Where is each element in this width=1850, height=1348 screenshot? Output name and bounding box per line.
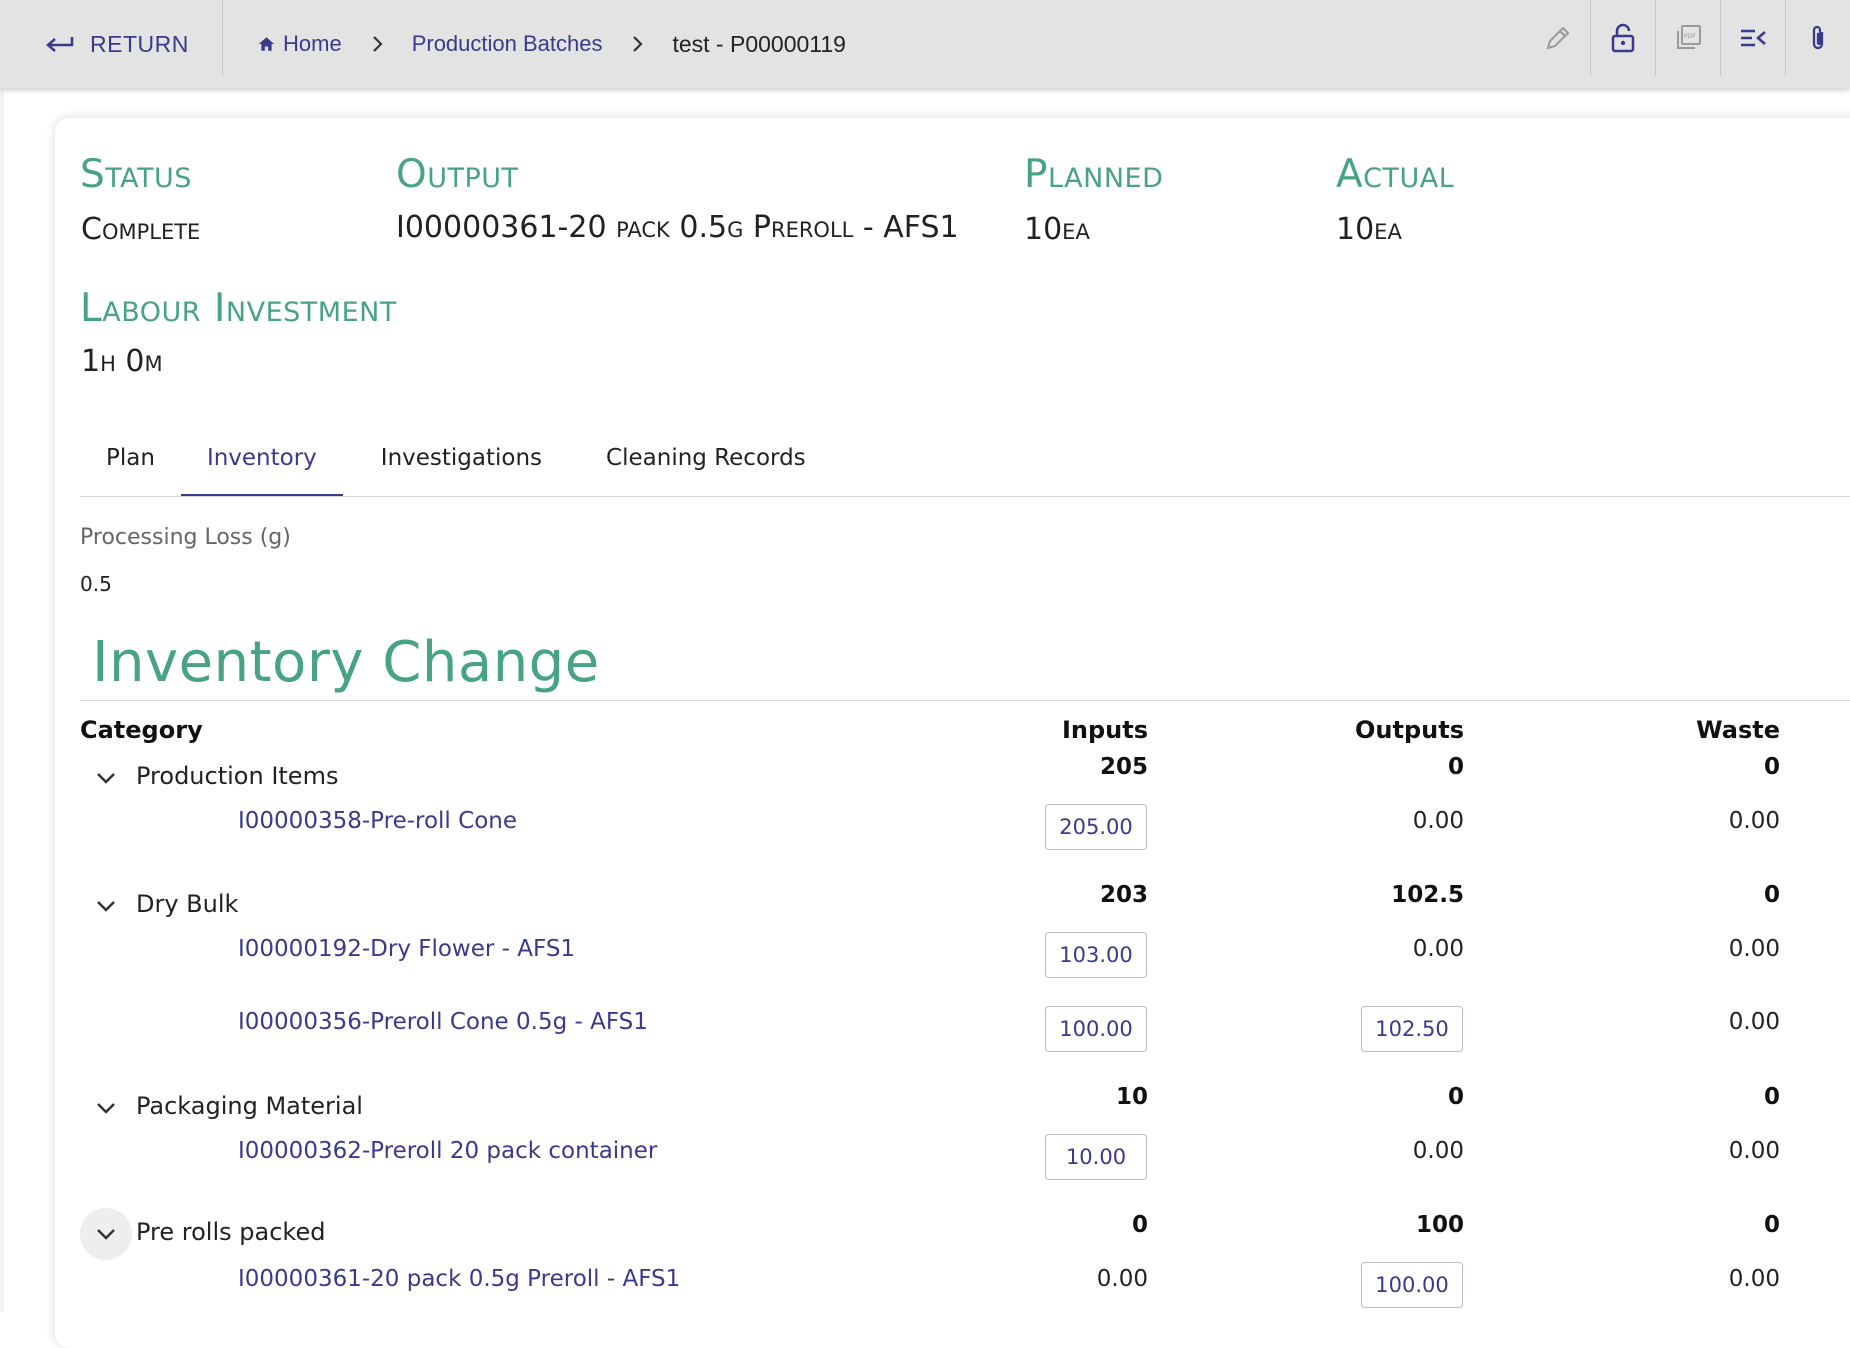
collapse-toggle[interactable] [80,880,132,932]
actual-value: 10ea [1336,212,1402,247]
category-outputs-total: 100 [1415,1212,1464,1238]
category-name: Dry Bulk [136,890,239,918]
inventory-change-title: Inventory Change [92,630,600,695]
actual-label: Actual [1336,152,1455,197]
tab-cleaning-records[interactable]: Cleaning Records [580,432,832,494]
waste-value: 0.00 [1728,1009,1780,1035]
category-inputs-total: 203 [1099,882,1148,908]
column-header-category: Category [80,716,203,744]
outputs-value: 0.00 [1412,936,1464,962]
svg-text:PDF: PDF [1684,33,1696,40]
chevron-down-icon [97,901,115,912]
breadcrumb: Home Production Batches test - P00000119 [258,22,846,66]
home-icon [258,37,275,51]
outputs-value: 0.00 [1412,1138,1464,1164]
collapse-toggle[interactable] [80,1082,132,1134]
return-button[interactable]: RETURN [44,20,189,68]
collapse-toggle[interactable] [80,1208,132,1260]
outputs-quantity-input[interactable]: 100.00 [1361,1262,1463,1308]
category-waste-total: 0 [1763,882,1780,908]
chevron-down-icon [97,1103,115,1114]
waste-value: 0.00 [1728,1138,1780,1164]
item-link[interactable]: I00000192-Dry Flower - AFS1 [238,936,575,962]
category-name: Production Items [136,762,339,790]
processing-loss-label: Processing Loss (g) [80,525,291,550]
labour-label: Labour Investment [80,286,397,331]
category-outputs-total: 0 [1447,754,1464,780]
left-edge [0,88,4,1312]
tab-bar: Plan Inventory Investigations Cleaning R… [80,432,832,497]
category-name: Packaging Material [136,1092,363,1120]
arrow-return-icon [46,37,74,52]
pdf-button[interactable]: PDF [1655,0,1720,76]
category-waste-total: 0 [1763,1212,1780,1238]
planned-label: Planned [1024,152,1164,197]
outputs-quantity-input[interactable]: 102.50 [1361,1006,1463,1052]
category-inputs-total: 10 [1115,1084,1148,1110]
unlock-button[interactable] [1590,0,1655,76]
column-header-waste: Waste [1696,716,1780,744]
topbar-divider [222,0,223,76]
processing-loss-value: 0.5 [80,572,112,596]
chevron-down-icon [97,773,115,784]
collapse-list-button[interactable] [1720,0,1785,76]
chevron-right-icon [633,36,644,52]
waste-value: 0.00 [1728,808,1780,834]
outputs-value: 0.00 [1412,808,1464,834]
output-value: I00000361-20 pack 0.5g Preroll - AFS1 [396,210,959,245]
category-inputs-total: 205 [1099,754,1148,780]
tab-inventory[interactable]: Inventory [180,432,343,497]
section-divider [80,700,1850,701]
tabs-divider [80,496,1850,497]
category-waste-total: 0 [1763,1084,1780,1110]
category-waste-total: 0 [1763,754,1780,780]
edit-button[interactable] [1526,0,1590,76]
paperclip-icon [1812,25,1824,50]
chevron-right-icon [372,36,383,52]
waste-value: 0.00 [1728,936,1780,962]
planned-value: 10ea [1024,212,1090,247]
chevron-down-icon [97,1229,115,1240]
breadcrumb-production-batches[interactable]: Production Batches [412,31,603,57]
output-label: Output [396,152,519,197]
category-outputs-total: 0 [1447,1084,1464,1110]
pencil-icon [1546,26,1570,50]
status-label: Status [80,152,192,197]
column-header-inputs: Inputs [1061,716,1148,744]
labour-value: 1h 0m [81,344,163,379]
inputs-quantity-input[interactable]: 10.00 [1045,1134,1147,1180]
lock-open-icon [1611,23,1635,53]
pdf-icon: PDF [1677,25,1701,49]
item-link[interactable]: I00000358-Pre-roll Cone [238,808,517,834]
inputs-quantity-input[interactable]: 205.00 [1045,804,1147,850]
category-outputs-total: 102.5 [1391,882,1464,908]
tab-plan[interactable]: Plan [80,432,181,494]
inputs-quantity-input[interactable]: 100.00 [1045,1006,1147,1052]
breadcrumb-home[interactable]: Home [258,31,342,57]
waste-value: 0.00 [1728,1266,1780,1292]
item-link[interactable]: I00000361-20 pack 0.5g Preroll - AFS1 [238,1266,680,1292]
inputs-value: 0.00 [1096,1266,1148,1292]
item-link[interactable]: I00000356-Preroll Cone 0.5g - AFS1 [238,1009,648,1035]
toolbar: PDF [1526,0,1850,76]
column-header-outputs: Outputs [1355,716,1464,744]
breadcrumb-current: test - P00000119 [672,30,846,57]
top-bar: RETURN Home Production Batches test - P0… [0,0,1850,88]
tab-investigations[interactable]: Investigations [355,432,568,494]
breadcrumb-home-label: Home [283,31,342,56]
return-label: RETURN [90,30,189,57]
category-name: Pre rolls packed [136,1218,326,1246]
collapse-toggle[interactable] [80,752,132,804]
item-link[interactable]: I00000362-Preroll 20 pack container [238,1138,657,1164]
status-value: Complete [81,212,201,247]
attachment-button[interactable] [1785,0,1850,76]
category-inputs-total: 0 [1131,1212,1148,1238]
inputs-quantity-input[interactable]: 103.00 [1045,932,1147,978]
list-collapse-icon [1741,29,1766,47]
